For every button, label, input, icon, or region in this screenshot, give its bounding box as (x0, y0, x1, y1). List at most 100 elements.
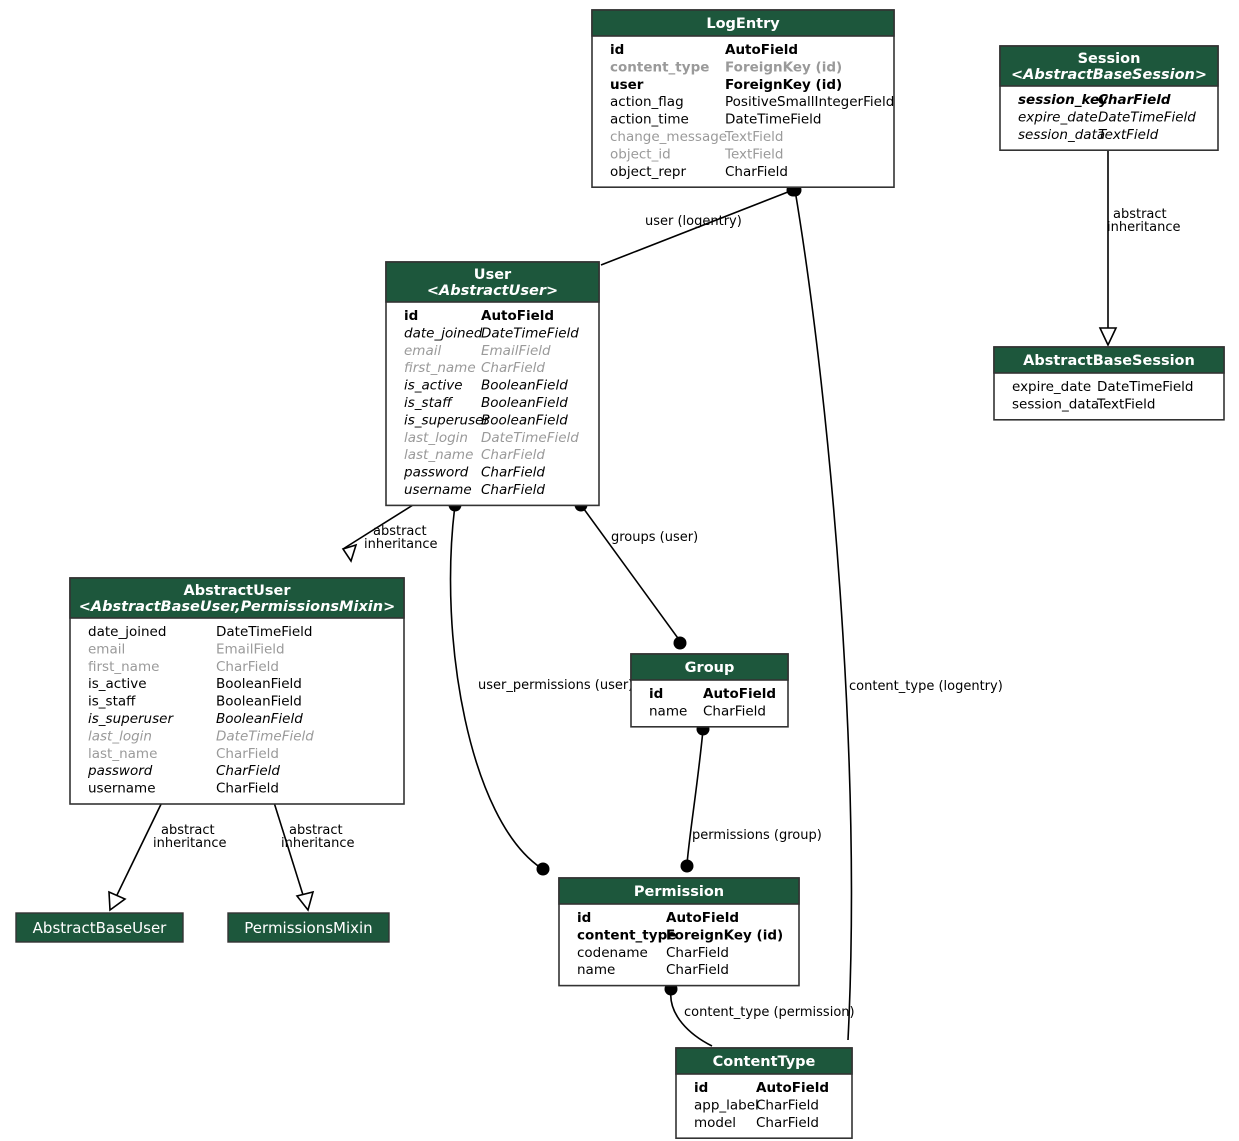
edge-endpoint-dot (536, 862, 550, 876)
field-name: id (404, 308, 418, 324)
edge-label-inheritance: inheritance (364, 537, 438, 552)
field-name: username (88, 781, 156, 797)
field-name: first_name (404, 360, 476, 376)
edge-label-inheritance: inheritance (281, 836, 355, 851)
field-name: session_data (1012, 396, 1099, 412)
field-type: AutoField (481, 308, 554, 324)
field-type: CharField (666, 945, 729, 961)
field-type: CharField (216, 746, 279, 762)
field-name: object_id (610, 146, 671, 162)
field-name: last_name (88, 746, 157, 762)
field-name: user (610, 77, 644, 93)
edge-inheritance-session-abstractbasesession: abstract inheritance (1098, 146, 1181, 347)
simple-class-boxes: AbstractBaseUser PermissionsMixin (15, 912, 390, 943)
field-type: TextField (1098, 127, 1159, 143)
field-type: CharField (216, 781, 279, 797)
field-name: last_login (88, 728, 152, 744)
edge-inheritance-abstractuser-abstractbaseuser: abstract inheritance (108, 795, 227, 912)
field-name: app_label (694, 1097, 759, 1113)
edge-user-logentry: user (logentry) (600, 183, 800, 266)
class-box-logentry[interactable]: LogEntry id AutoField content_type ForeignKe… (591, 9, 895, 188)
field-name: content_type (610, 59, 709, 75)
class-stereotype-session: <AbstractBaseSession> (1011, 67, 1207, 83)
field-type: CharField (481, 482, 545, 498)
field-name: is_active (404, 378, 463, 394)
field-type: CharField (481, 360, 545, 376)
field-type: CharField (756, 1115, 819, 1131)
edge-label-content-type-permission: content_type (permission) (684, 1005, 855, 1020)
class-boxes: LogEntryid AutoFieldcontent_type ForeignKe… (69, 9, 1225, 1139)
field-type: CharField (725, 164, 788, 180)
field-type: ForeignKey (id) (725, 59, 842, 75)
class-box-abstractuser[interactable]: AbstractUser<AbstractBaseUser,Permission… (69, 577, 405, 805)
field-name: is_staff (88, 694, 136, 710)
field-type: AutoField (756, 1080, 829, 1096)
edge-endpoint-dot (680, 859, 694, 873)
field-type: CharField (216, 763, 280, 779)
field-type: DateTimeField (216, 624, 312, 640)
class-box-abstractbaseuser[interactable]: AbstractBaseUser (15, 912, 184, 943)
field-type: CharField (666, 962, 729, 978)
field-type: ForeignKey (id) (666, 927, 783, 943)
field-type: EmailField (481, 343, 551, 359)
field-name: last_login (404, 430, 468, 446)
field-name: action_time (610, 112, 689, 128)
class-name-permissionsmixin: PermissionsMixin (244, 919, 372, 937)
field-name: is_staff (404, 395, 453, 411)
inheritance-arrowhead (295, 890, 315, 912)
class-name-user: User (474, 267, 512, 283)
field-type: EmailField (216, 641, 285, 657)
class-box-abstractbasesession[interactable]: AbstractBaseSession expire_date DateTimeFi… (993, 346, 1225, 421)
field-type: DateTimeField (1097, 379, 1193, 395)
field-type: CharField (481, 465, 545, 481)
class-box-user[interactable]: User<AbstractUser> id AutoFielddate_joined… (385, 261, 600, 507)
field-name: session_key (1018, 92, 1109, 108)
field-name: password (87, 763, 153, 779)
field-name: id (610, 42, 624, 58)
field-type: AutoField (666, 910, 739, 926)
edge-inheritance-user-abstractuser: abstract inheritance (341, 504, 438, 563)
class-name-abstractbasesession: AbstractBaseSession (1023, 353, 1195, 369)
class-stereotype-abstractuser: <AbstractBaseUser,PermissionsMixin> (79, 599, 396, 615)
class-box-group[interactable]: Group id AutoField name CharField (630, 653, 789, 728)
edge-label-content-type-logentry: content_type (logentry) (849, 679, 1003, 694)
field-type: DateTimeField (216, 728, 314, 744)
field-name: last_name (404, 447, 473, 463)
field-name: username (404, 482, 472, 498)
edge-inheritance-abstractuser-permissionsmixin: abstract inheritance (271, 795, 355, 912)
field-name: expire_date (1012, 379, 1091, 395)
field-type: BooleanField (481, 378, 568, 394)
edge-endpoint-dot (673, 636, 687, 650)
edge-label-groups-user: groups (user) (611, 530, 698, 545)
class-name-contenttype: ContentType (713, 1054, 816, 1070)
field-name: model (694, 1115, 736, 1131)
field-type: AutoField (725, 42, 798, 58)
field-name: id (649, 686, 663, 702)
field-name: password (403, 465, 469, 481)
class-box-permission[interactable]: Permission id AutoFieldcontent_typeForeign… (558, 877, 800, 987)
field-type: CharField (703, 703, 766, 719)
field-type: CharField (481, 447, 545, 463)
edge-label-user-logentry: user (logentry) (645, 214, 742, 229)
field-name: change_message (610, 129, 727, 145)
class-name-permission: Permission (634, 884, 724, 900)
field-name: action_flag (610, 94, 684, 110)
class-box-permissionsmixin[interactable]: PermissionsMixin (227, 912, 390, 943)
field-name: first_name (88, 659, 159, 675)
field-type: DateTimeField (481, 325, 579, 341)
field-name: id (694, 1080, 708, 1096)
edge-content-type-permission: content_type (permission) (664, 982, 855, 1047)
edge-label-inheritance: inheritance (1107, 220, 1181, 235)
edge-content-type-logentry: content_type (logentry) (788, 183, 1003, 1041)
field-name: date_joined (404, 325, 483, 341)
class-name-group: Group (685, 660, 735, 676)
edge-label-permissions-group: permissions (group) (692, 828, 822, 843)
field-type: TextField (724, 146, 783, 162)
class-box-session[interactable]: Session<AbstractBaseSession> session_keyC… (999, 45, 1219, 151)
class-box-contenttype[interactable]: ContentType id AutoFieldapp_label CharField… (675, 1047, 853, 1139)
field-type: CharField (1098, 92, 1171, 108)
field-type: BooleanField (481, 412, 568, 428)
field-type: TextField (1096, 396, 1155, 412)
field-name: name (577, 962, 615, 978)
inheritance-arrowhead (1098, 327, 1118, 347)
